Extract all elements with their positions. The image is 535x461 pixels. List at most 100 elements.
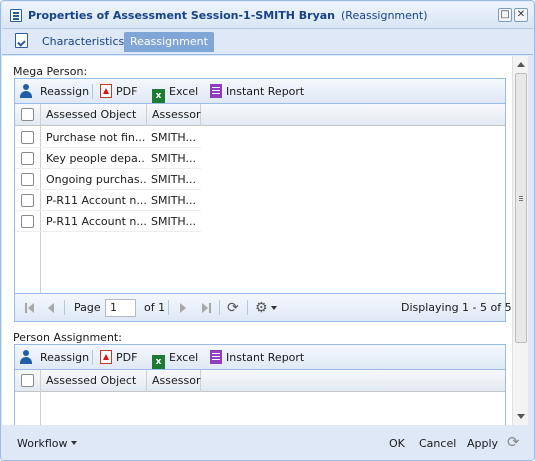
- title-bar: Properties of Assessment Session-1-SMITH…: [2, 2, 533, 29]
- window-subtitle: (Reassignment): [341, 9, 428, 22]
- window-title: Properties of Assessment Session-1-SMITH…: [28, 9, 428, 22]
- next-page-icon[interactable]: [180, 303, 186, 313]
- person-assignment-toolbar: Reassign PDF x Excel Instant Report: [15, 345, 505, 370]
- pdf-label: PDF: [116, 351, 138, 364]
- window-title-text: Properties of Assessment Session-1-SMITH…: [28, 9, 336, 22]
- pdf-icon: [100, 350, 112, 364]
- refresh-icon[interactable]: ⟳: [227, 300, 239, 316]
- tab-characteristics[interactable]: Characteristics: [36, 32, 130, 52]
- content-panel: Mega Person: Reassign PDF x Excel Instant…: [2, 56, 512, 425]
- row-checkbox[interactable]: [21, 215, 34, 228]
- column-header-assessor[interactable]: Assessor: [147, 104, 201, 126]
- report-icon: [210, 350, 222, 364]
- row-checkbox[interactable]: [21, 152, 34, 165]
- scroll-up-icon[interactable]: [517, 62, 525, 67]
- instant-report-button[interactable]: Instant Report: [210, 350, 304, 366]
- mega-person-grid: Reassign PDF x Excel Instant Report Asses…: [14, 78, 512, 322]
- first-page-arrow: [28, 303, 34, 313]
- grip-icon: [519, 196, 523, 197]
- properties-icon: [10, 9, 22, 22]
- report-icon: [210, 84, 222, 98]
- first-page-icon[interactable]: [25, 303, 27, 313]
- instant-report-label: Instant Report: [226, 85, 305, 98]
- pdf-button[interactable]: PDF: [100, 84, 137, 100]
- prev-page-icon[interactable]: [48, 303, 54, 313]
- table-row[interactable]: Purchase not fin... SMITH...: [15, 127, 201, 148]
- pager-separator: [219, 300, 220, 315]
- page-label: Page: [74, 301, 101, 314]
- last-page-icon[interactable]: [209, 303, 211, 313]
- pdf-icon: [100, 84, 112, 98]
- column-header-assessed-object[interactable]: Assessed Object: [40, 104, 147, 126]
- excel-label: Excel: [169, 351, 199, 364]
- person-assignment-grid: Reassign PDF x Excel Instant Report Asses…: [14, 344, 506, 425]
- scroll-down-icon[interactable]: [517, 414, 525, 419]
- person-icon: [20, 350, 36, 364]
- reassign-button[interactable]: Reassign: [20, 84, 89, 100]
- checklist-icon: [15, 33, 28, 48]
- gear-icon[interactable]: ⚙: [255, 300, 277, 316]
- excel-button[interactable]: x Excel: [152, 84, 198, 103]
- grid-header: Assessed Object Assessor: [15, 370, 505, 392]
- grid-header: Assessed Object Assessor: [15, 104, 505, 126]
- assessor-cell: SMITH...: [151, 152, 197, 165]
- instant-report-button[interactable]: Instant Report: [210, 84, 304, 100]
- assessed-object-cell: Key people depa...: [46, 152, 146, 165]
- excel-button[interactable]: x Excel: [152, 350, 199, 369]
- toolbar-separator: [92, 84, 93, 99]
- assessor-cell: SMITH...: [151, 194, 197, 207]
- pager-separator: [168, 300, 169, 315]
- tab-strip: Characteristics Reassignment: [2, 29, 533, 55]
- assessor-cell: SMITH...: [151, 215, 197, 228]
- assessor-cell: SMITH...: [151, 173, 197, 186]
- assessed-object-cell: P-R11 Account n...: [46, 194, 146, 207]
- table-row[interactable]: P-R11 Account n... SMITH...: [15, 211, 201, 232]
- table-row[interactable]: Ongoing purchas... SMITH...: [15, 169, 201, 190]
- person-icon: [20, 84, 36, 98]
- workflow-label: Workflow: [17, 437, 68, 450]
- reassign-label: Reassign: [40, 85, 90, 98]
- select-all-checkbox[interactable]: [21, 374, 34, 387]
- column-header-assessed-object[interactable]: Assessed Object: [40, 370, 147, 392]
- displaying-status: Displaying 1 - 5 of 5: [401, 301, 512, 314]
- assessed-object-cell: Purchase not fin...: [46, 131, 146, 144]
- ok-button[interactable]: OK: [389, 437, 405, 450]
- excel-icon: x: [152, 89, 165, 103]
- scroll-thumb[interactable]: [515, 73, 527, 343]
- checkbox-column-divider: [40, 392, 41, 425]
- pager-separator: [247, 300, 248, 315]
- tab-reassignment[interactable]: Reassignment: [124, 32, 214, 52]
- maximize-button[interactable]: □: [498, 8, 512, 22]
- reassign-label: Reassign: [40, 351, 90, 364]
- apply-button[interactable]: Apply: [467, 437, 498, 450]
- pdf-button[interactable]: PDF: [100, 350, 137, 366]
- row-checkbox[interactable]: [21, 194, 34, 207]
- select-all-checkbox[interactable]: [21, 108, 34, 121]
- dialog-footer: Workflow OK Cancel Apply ⟳: [2, 426, 533, 460]
- column-header-assessor[interactable]: Assessor: [147, 370, 201, 392]
- page-number-input[interactable]: 1: [105, 299, 136, 317]
- instant-report-label: Instant Report: [226, 351, 305, 364]
- reassign-button[interactable]: Reassign: [20, 350, 89, 366]
- assessed-object-cell: P-R11 Account n...: [46, 215, 146, 228]
- row-checkbox[interactable]: [21, 131, 34, 144]
- refresh-icon[interactable]: ⟳: [507, 433, 520, 451]
- person-assignment-label: Person Assignment:: [13, 331, 122, 344]
- last-page-arrow: [202, 303, 208, 313]
- assessor-cell: SMITH...: [151, 131, 197, 144]
- chevron-down-icon: [70, 441, 77, 445]
- table-row[interactable]: P-R11 Account n... SMITH...: [15, 190, 201, 211]
- mega-person-label: Mega Person:: [13, 65, 88, 78]
- toolbar-separator: [92, 350, 93, 365]
- properties-dialog: Properties of Assessment Session-1-SMITH…: [0, 0, 535, 461]
- row-checkbox[interactable]: [21, 173, 34, 186]
- close-button[interactable]: ✕: [514, 8, 528, 22]
- mega-person-toolbar: Reassign PDF x Excel Instant Report: [15, 79, 505, 104]
- vertical-scrollbar[interactable]: [512, 56, 528, 425]
- table-row[interactable]: Key people depa... SMITH...: [15, 148, 201, 169]
- paging-toolbar: Page 1 of 1 ⟳ ⚙ Displaying 1 - 5 of 5: [15, 293, 512, 321]
- excel-icon: x: [152, 355, 165, 369]
- cancel-button[interactable]: Cancel: [419, 437, 456, 450]
- workflow-button[interactable]: Workflow: [17, 437, 77, 450]
- pdf-label: PDF: [116, 85, 138, 98]
